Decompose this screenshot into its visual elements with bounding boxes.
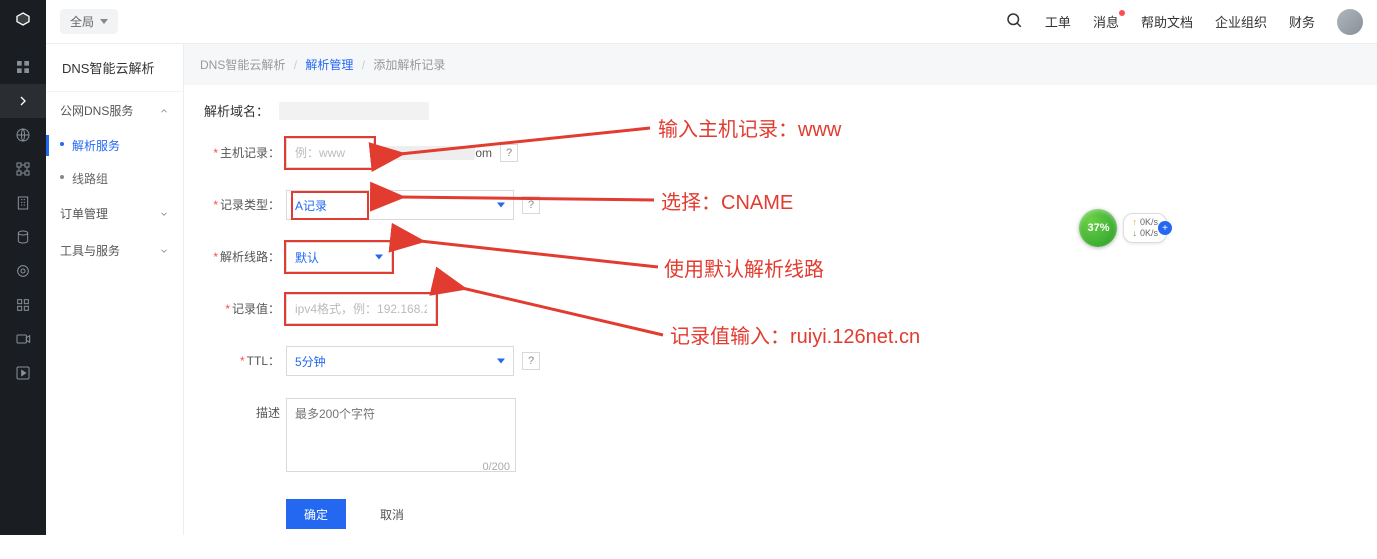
domain-label: 解析域名：: [204, 101, 269, 120]
net-stats: ↑0K/s ↓0K/s +: [1123, 213, 1167, 243]
left-rail: [0, 0, 46, 535]
chevron-down-icon: [497, 203, 505, 208]
chevron-down-icon: [100, 19, 108, 24]
help-icon[interactable]: ?: [522, 352, 540, 370]
side-panel: DNS智能云解析 公网DNS服务 解析服务 线路组 订单管理 工具与服务: [46, 44, 184, 535]
host-suffix: .om: [382, 146, 492, 161]
group-public-dns[interactable]: 公网DNS服务: [46, 92, 183, 129]
ok-button[interactable]: 确定: [286, 499, 346, 529]
crumb-root: DNS智能云解析: [200, 58, 285, 72]
rail-nodes-icon[interactable]: [0, 152, 46, 186]
ttl-select[interactable]: 5分钟: [286, 346, 514, 376]
rail-target-icon[interactable]: [0, 254, 46, 288]
char-counter: 0/200: [482, 461, 510, 473]
chevron-down-icon: [159, 209, 169, 219]
breadcrumb: DNS智能云解析 / 解析管理 / 添加解析记录: [184, 44, 1377, 85]
top-header: 全局 工单 消息 帮助文档 企业组织 财务: [46, 0, 1377, 44]
nav-org[interactable]: 企业组织: [1215, 12, 1267, 31]
rail-db-icon[interactable]: [0, 220, 46, 254]
avatar[interactable]: [1337, 9, 1363, 35]
plus-icon[interactable]: +: [1158, 221, 1172, 235]
region-selector[interactable]: 全局: [60, 9, 118, 34]
cancel-button[interactable]: 取消: [362, 499, 422, 529]
chevron-down-icon: [497, 359, 505, 364]
chevron-down-icon: [159, 246, 169, 256]
nav-workorder[interactable]: 工单: [1045, 12, 1071, 31]
chevron-down-icon: [375, 255, 383, 260]
sidebar-item-line-group[interactable]: 线路组: [46, 162, 183, 195]
host-record-input[interactable]: [286, 138, 374, 168]
nav-docs[interactable]: 帮助文档: [1141, 12, 1193, 31]
badge-dot: [1119, 10, 1125, 16]
group-tools[interactable]: 工具与服务: [46, 232, 183, 269]
help-icon[interactable]: ?: [522, 196, 540, 214]
sidebar-item-resolve[interactable]: 解析服务: [46, 129, 183, 162]
record-type-select[interactable]: A记录: [286, 190, 514, 220]
search-icon[interactable]: [1005, 11, 1023, 32]
rail-globe-icon[interactable]: [0, 118, 46, 152]
group-orders[interactable]: 订单管理: [46, 195, 183, 232]
crumb-link[interactable]: 解析管理: [305, 58, 353, 72]
nav-finance[interactable]: 财务: [1289, 12, 1315, 31]
rail-building-icon[interactable]: [0, 186, 46, 220]
logo-icon: [10, 6, 36, 32]
panel-title: DNS智能云解析: [46, 44, 183, 92]
rail-video-icon[interactable]: [0, 322, 46, 356]
crumb-current: 添加解析记录: [373, 58, 445, 72]
chevron-up-icon: [159, 106, 169, 116]
nav-messages[interactable]: 消息: [1093, 12, 1119, 31]
main-area: DNS智能云解析 / 解析管理 / 添加解析记录 解析域名： *主机记录： .o…: [184, 44, 1377, 535]
rail-play-icon[interactable]: [0, 356, 46, 390]
rail-arrow-icon[interactable]: [0, 84, 46, 118]
network-monitor-widget[interactable]: 37% ↑0K/s ↓0K/s +: [1079, 209, 1167, 247]
rail-apps-icon[interactable]: [0, 288, 46, 322]
line-select[interactable]: 默认: [286, 242, 392, 272]
rail-grid-icon[interactable]: [0, 50, 46, 84]
domain-value-mask: [279, 102, 429, 120]
record-value-input[interactable]: [286, 294, 436, 324]
region-label: 全局: [70, 13, 94, 30]
form-card: 解析域名： *主机记录： .om ? *记录类型： A记录 ?: [184, 85, 1377, 559]
net-percent: 37%: [1079, 209, 1117, 247]
help-icon[interactable]: ?: [500, 144, 518, 162]
